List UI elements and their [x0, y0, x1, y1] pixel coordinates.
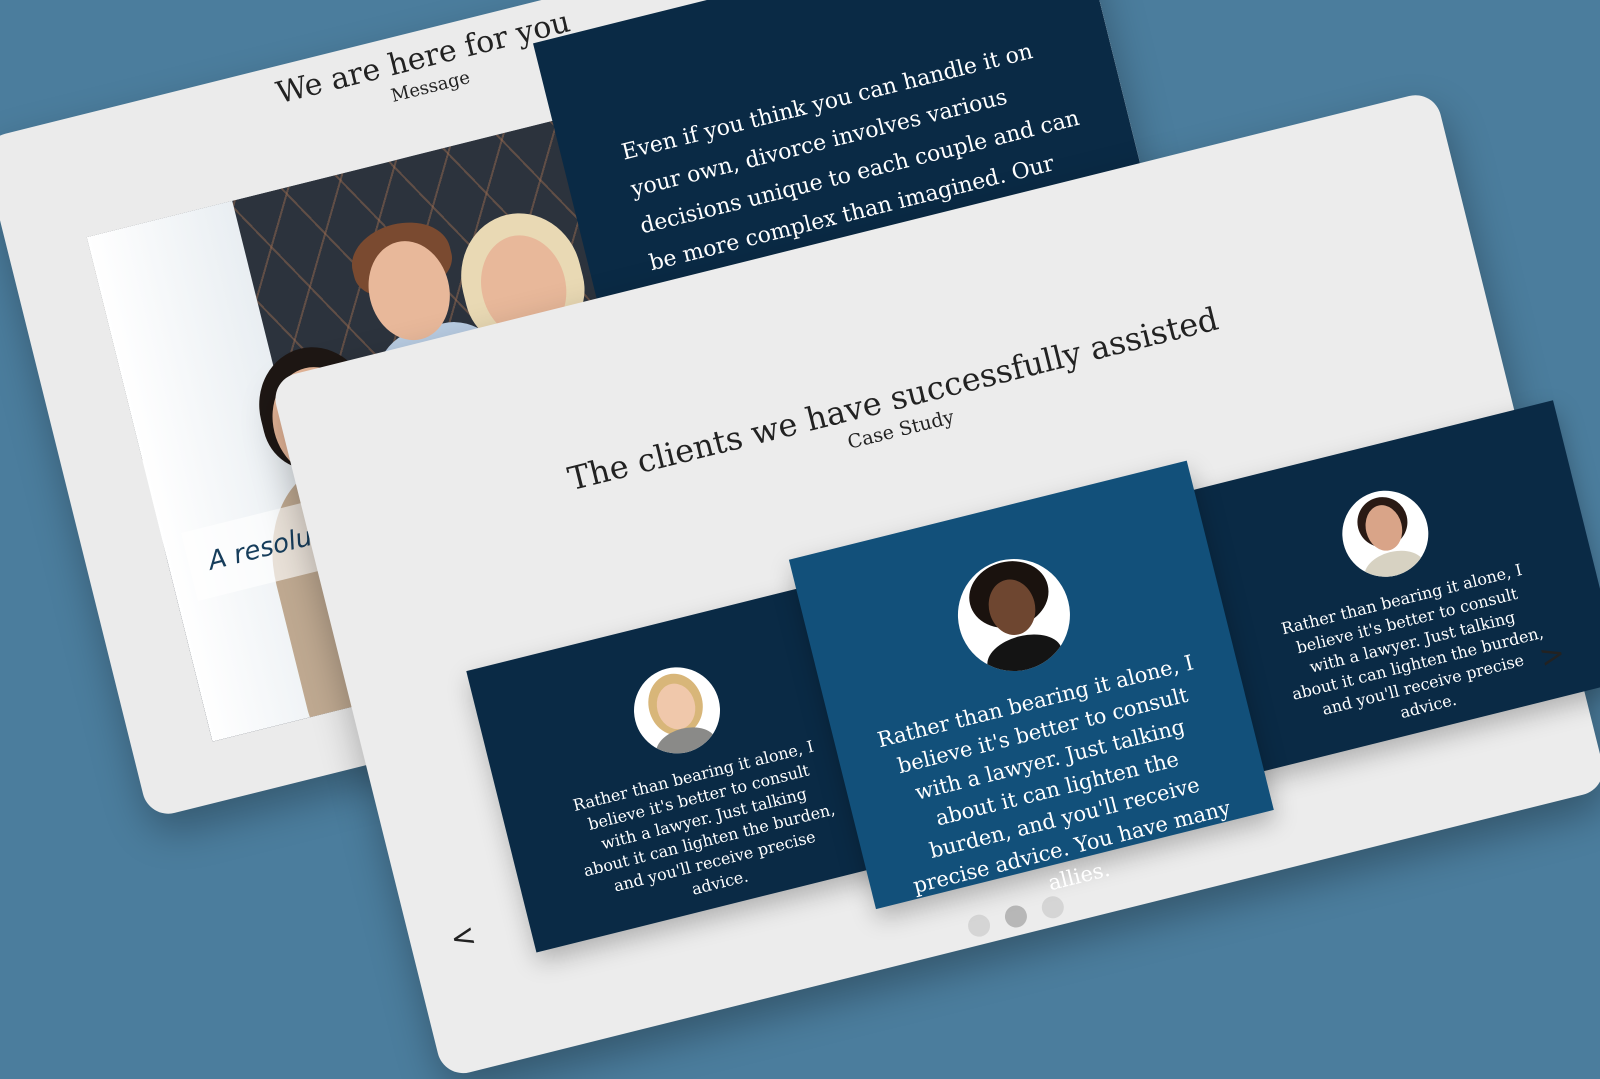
testimonial-text: Rather than bearing it alone, I believe … [571, 736, 837, 899]
testimonial-card-center[interactable]: Rather than bearing it alone, I believe … [788, 460, 1274, 910]
carousel-prev-button[interactable]: < [447, 917, 480, 957]
client-avatar [946, 547, 1082, 683]
testimonial-text: Rather than bearing it alone, I believe … [875, 650, 1233, 898]
stage: We are here for you Message A resolution… [0, 0, 1600, 1079]
client-avatar [624, 658, 730, 763]
avatar-shirt [982, 627, 1067, 683]
client-avatar [1333, 481, 1438, 586]
testimonial-text: Rather than bearing it alone, I believe … [1279, 560, 1546, 723]
avatar-shirt [1359, 544, 1430, 586]
